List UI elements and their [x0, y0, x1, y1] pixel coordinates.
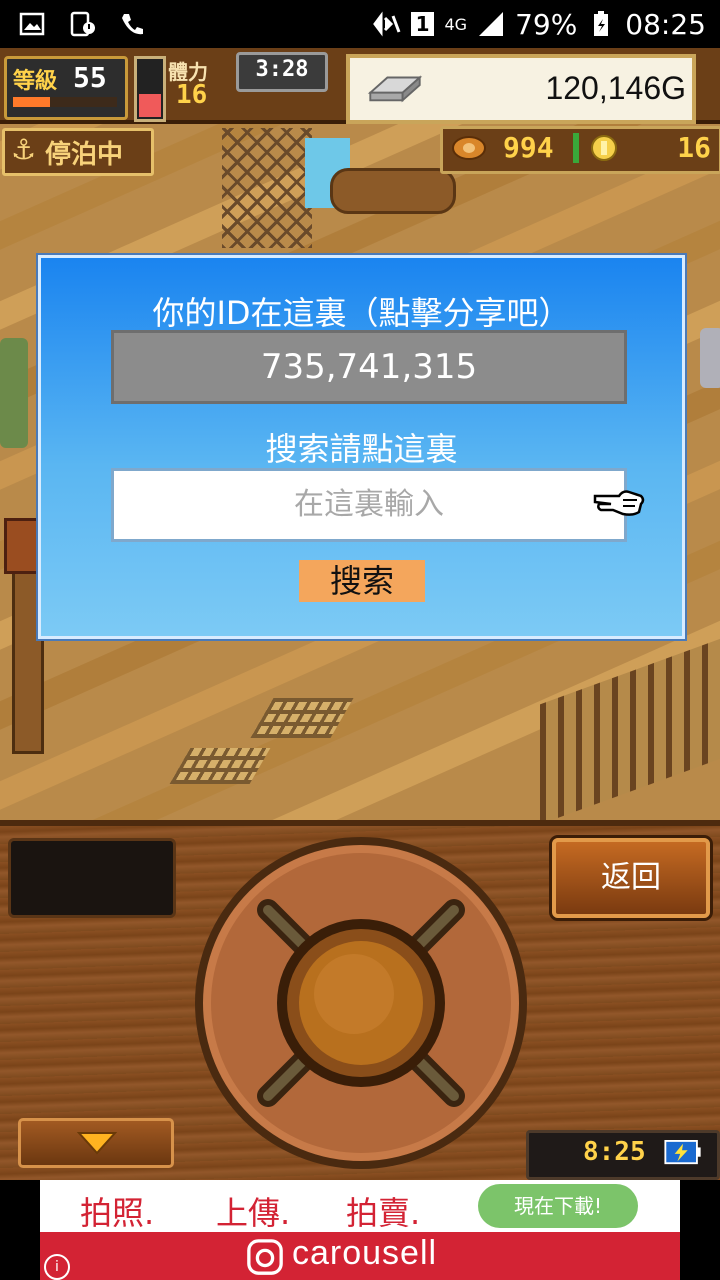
crew-character[interactable] [700, 328, 720, 388]
ad-brand: carousell [292, 1234, 438, 1272]
ad-brand-strip: carousell [40, 1232, 680, 1280]
clock: 08:25 [625, 7, 706, 41]
ad-banner[interactable]: 拍照. 上傳. 拍賣. 現在下載! carousell [40, 1180, 680, 1280]
level-value: 55 [73, 61, 107, 94]
sim-indicator: 1 [410, 12, 435, 36]
pointing-hand-icon [593, 490, 645, 516]
gold-display: 120,146G [346, 54, 696, 124]
exp-bar [13, 97, 117, 107]
medal-icon [591, 135, 617, 161]
ad-text-2: 上傳. [216, 1194, 291, 1232]
food-icon [452, 136, 486, 160]
call-icon [122, 14, 143, 35]
ad-download-button[interactable]: 現在下載! [478, 1184, 638, 1228]
directional-pad[interactable] [192, 834, 530, 1172]
deck-grate [169, 748, 271, 784]
ad-text-3: 拍賣. [346, 1194, 421, 1232]
player-id-field[interactable]: 735,741,315 [111, 330, 627, 404]
search-input[interactable]: 在這裏輸入 [111, 468, 627, 542]
battery-percent: 79% [515, 7, 578, 41]
mooring-status-label: 停泊中 [45, 140, 124, 170]
food-count: 994 [503, 131, 554, 164]
menu-toggle-button[interactable] [18, 1118, 174, 1168]
medal-count: 16 [677, 131, 711, 164]
search-label: 搜索請點這裏 [265, 430, 458, 468]
network-indicator: 4G [444, 14, 468, 34]
signal-icon [479, 12, 504, 36]
stamina-value: 16 [176, 80, 208, 110]
silver-bar-icon [367, 75, 423, 103]
gallery-icon [19, 12, 45, 36]
stamina-bar-fill [139, 94, 161, 117]
cannon [330, 168, 456, 214]
level-display: 等級 55 [4, 56, 128, 120]
status-bar: 1 4G 79% 08:25 [0, 0, 720, 48]
ad-download-label: 現在下載! [513, 1194, 603, 1218]
storage-alert-icon [70, 11, 95, 37]
anchor-icon: ⚓ [11, 133, 37, 166]
ad-info-icon[interactable]: i [44, 1254, 70, 1280]
empty-slot [8, 838, 176, 918]
ad-margin-left [0, 1180, 40, 1280]
ad-margin-right [680, 1180, 720, 1280]
battery-icon [594, 11, 609, 36]
stamina-bar [134, 56, 166, 122]
food-gauge [573, 133, 579, 163]
charging-icon [664, 1140, 701, 1165]
resource-bar: 994 16 [440, 126, 720, 174]
search-button[interactable]: 搜索 [299, 560, 425, 602]
id-share-dialog: 你的ID在這裏（點擊分享吧） 735,741,315 搜索請點這裏 在這裏輸入 … [38, 255, 685, 639]
stamina-display: 體力 16 [164, 54, 234, 116]
back-button[interactable]: 返回 [552, 838, 710, 918]
exp-bar-fill [13, 97, 51, 107]
camera-icon [247, 1239, 283, 1275]
timer-box: 3:28 [236, 52, 328, 92]
dialog-title[interactable]: 你的ID在這裏（點擊分享吧） [41, 288, 682, 334]
level-label: 等級 [13, 69, 58, 94]
game-clock: 8:25 [526, 1130, 720, 1180]
ad-text-1: 拍照. [80, 1194, 155, 1232]
crew-character[interactable] [0, 338, 28, 448]
timer: 3:28 [255, 57, 309, 82]
down-arrow-icon [77, 1132, 117, 1155]
mooring-status[interactable]: ⚓ 停泊中 [2, 128, 154, 176]
ad-info-label: i [55, 1259, 59, 1275]
rigging-net [222, 128, 312, 248]
mute-icon [372, 11, 400, 37]
gold-amount: 120,146G [545, 70, 686, 106]
game-clock-time: 8:25 [583, 1137, 646, 1167]
